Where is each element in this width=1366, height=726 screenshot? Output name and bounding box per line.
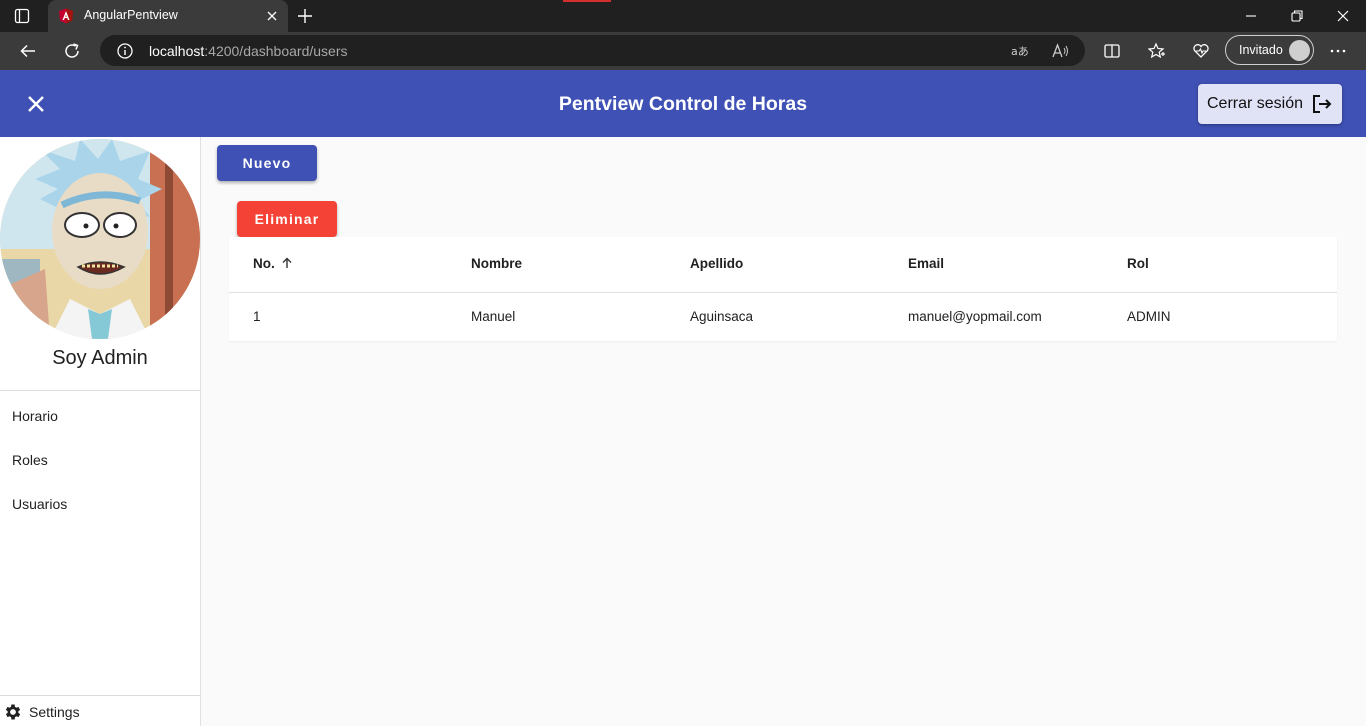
column-header-nombre[interactable]: Nombre [471, 256, 522, 271]
read-aloud-icon[interactable] [1051, 42, 1069, 60]
settings-label: Settings [29, 704, 80, 720]
new-button[interactable]: Nuevo [217, 145, 317, 181]
delete-button[interactable]: Eliminar [237, 201, 337, 237]
close-window-icon[interactable] [1335, 8, 1351, 24]
divider [0, 390, 200, 391]
url-field[interactable]: localhost:4200/dashboard/users aあ [100, 35, 1085, 66]
logout-button[interactable]: Cerrar sesión [1198, 84, 1342, 124]
close-menu-icon[interactable] [24, 92, 48, 116]
sidebar-icon[interactable] [14, 8, 30, 24]
sidenav: Soy Admin Horario Roles Usuarios Setting… [0, 137, 201, 726]
logout-icon [1313, 95, 1332, 113]
column-header-no[interactable]: No. [253, 256, 293, 271]
divider [0, 695, 200, 696]
table-cell-rol: ADMIN [1127, 309, 1171, 324]
app-title: Pentview Control de Horas [558, 93, 808, 115]
app-toolbar: Pentview Control de Horas Cerrar sesión [0, 70, 1366, 137]
users-table: No. Nombre Apellido Email Rol 1 Manuel A… [229, 237, 1337, 341]
translate-icon[interactable]: aあ [1011, 42, 1029, 60]
more-icon[interactable] [1329, 42, 1347, 60]
table-cell-apellido: Aguinsaca [690, 309, 754, 324]
table-cell-no: 1 [253, 309, 261, 324]
gear-icon [5, 704, 21, 720]
column-header-apellido[interactable]: Apellido [690, 256, 743, 271]
profile-label: Invitado [1239, 43, 1283, 57]
close-icon[interactable] [264, 8, 280, 24]
recording-indicator [563, 0, 611, 2]
favorites-icon[interactable] [1148, 42, 1166, 60]
sidebar-item-usuarios[interactable]: Usuarios [12, 496, 67, 512]
user-name: Soy Admin [52, 347, 148, 369]
url-text: localhost:4200/dashboard/users [149, 43, 348, 59]
sidebar-item-roles[interactable]: Roles [12, 452, 48, 468]
restore-icon[interactable] [1289, 8, 1305, 24]
avatar [0, 139, 200, 339]
column-header-email[interactable]: Email [908, 256, 944, 271]
browser-tab-bar: AngularPentview [0, 0, 1366, 32]
table-cell-nombre: Manuel [471, 309, 516, 324]
info-icon[interactable] [116, 42, 134, 60]
minimize-icon[interactable] [1243, 8, 1259, 24]
back-icon[interactable] [19, 42, 37, 60]
reload-icon[interactable] [63, 42, 81, 60]
browser-tab[interactable]: AngularPentview [48, 0, 288, 32]
health-icon[interactable] [1192, 42, 1210, 60]
divider [229, 292, 1337, 293]
address-bar: localhost:4200/dashboard/users aあ Invita… [0, 32, 1366, 70]
split-screen-icon[interactable] [1103, 42, 1121, 60]
plus-icon[interactable] [296, 7, 314, 25]
table-cell-email: manuel@yopmail.com [908, 309, 1042, 324]
profile-avatar-icon [1289, 40, 1310, 61]
logout-label: Cerrar sesión [1207, 95, 1304, 112]
angular-icon [59, 8, 73, 24]
profile-button[interactable]: Invitado [1225, 35, 1314, 65]
sort-arrow-up-icon [282, 257, 292, 268]
tab-title: AngularPentview [84, 8, 178, 22]
svg-text:aあ: aあ [1011, 45, 1029, 58]
sidebar-item-horario[interactable]: Horario [12, 408, 58, 424]
column-header-rol[interactable]: Rol [1127, 256, 1149, 271]
